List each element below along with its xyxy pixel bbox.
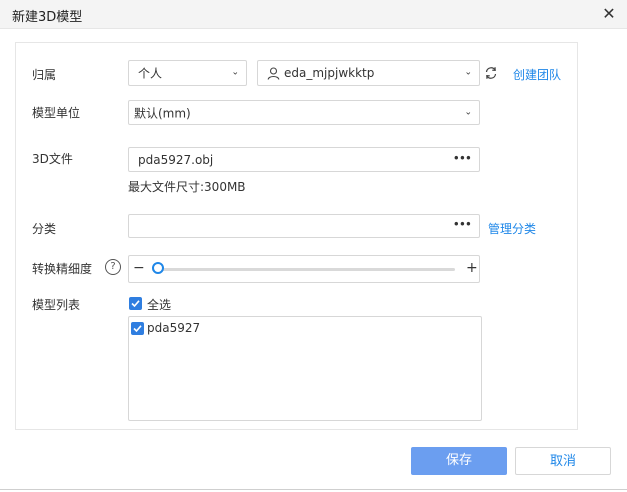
chevron-down-icon: ⌄ <box>231 67 239 78</box>
model-list-box: pda5927 <box>128 316 482 421</box>
list-item[interactable]: pda5927 <box>129 320 481 338</box>
create-team-link[interactable]: 创建团队 <box>513 66 561 83</box>
model-item-name: pda5927 <box>147 321 201 335</box>
category-label: 分类 <box>32 222 57 236</box>
category-input[interactable]: ••• <box>128 214 480 238</box>
precision-slider-track[interactable] <box>152 268 455 271</box>
model-list-label: 模型列表 <box>32 298 81 312</box>
owner-scope-select[interactable]: 个人 ⌄ <box>128 60 247 86</box>
user-icon <box>267 67 280 83</box>
owner-scope-value: 个人 <box>138 66 163 81</box>
unit-value: 默认(mm) <box>134 106 191 120</box>
chevron-down-icon: ⌄ <box>464 67 472 78</box>
owner-user-select[interactable]: eda_mjpjwkktp ⌄ <box>257 60 480 86</box>
select-all-checkbox[interactable] <box>129 297 142 310</box>
unit-label: 模型单位 <box>32 106 81 120</box>
browse-more-icon[interactable]: ••• <box>453 218 472 232</box>
select-all-label: 全选 <box>147 298 172 312</box>
close-icon[interactable]: ✕ <box>599 4 619 24</box>
bottom-divider <box>0 489 627 490</box>
minus-icon[interactable]: − <box>133 260 145 276</box>
owner-label: 归属 <box>32 68 57 82</box>
owner-user-value: eda_mjpjwkktp <box>284 66 375 80</box>
dialog-title: 新建3D模型 <box>12 10 83 25</box>
help-icon[interactable]: ? <box>105 259 121 275</box>
file-label: 3D文件 <box>32 152 73 166</box>
new-3d-model-dialog: 新建3D模型 ✕ 归属 个人 ⌄ eda_mjpjwkktp ⌄ 创建团队 模型… <box>0 0 627 492</box>
chevron-down-icon: ⌄ <box>464 107 472 117</box>
unit-select[interactable]: 默认(mm) ⌄ <box>128 100 480 125</box>
manage-category-link[interactable]: 管理分类 <box>488 220 536 237</box>
plus-icon[interactable]: + <box>466 260 478 276</box>
dialog-titlebar: 新建3D模型 ✕ <box>0 0 627 29</box>
refresh-icon[interactable] <box>484 66 498 83</box>
browse-more-icon[interactable]: ••• <box>453 151 472 165</box>
precision-slider-handle[interactable] <box>152 262 164 274</box>
model-item-checkbox[interactable] <box>131 322 144 335</box>
save-button[interactable]: 保存 <box>411 447 507 475</box>
file-value: pda5927.obj <box>138 152 214 167</box>
cancel-button[interactable]: 取消 <box>515 447 611 475</box>
precision-label: 转换精细度 <box>32 262 93 276</box>
file-size-hint: 最大文件尺寸:300MB <box>128 180 246 194</box>
file-input[interactable]: pda5927.obj ••• <box>128 147 480 172</box>
